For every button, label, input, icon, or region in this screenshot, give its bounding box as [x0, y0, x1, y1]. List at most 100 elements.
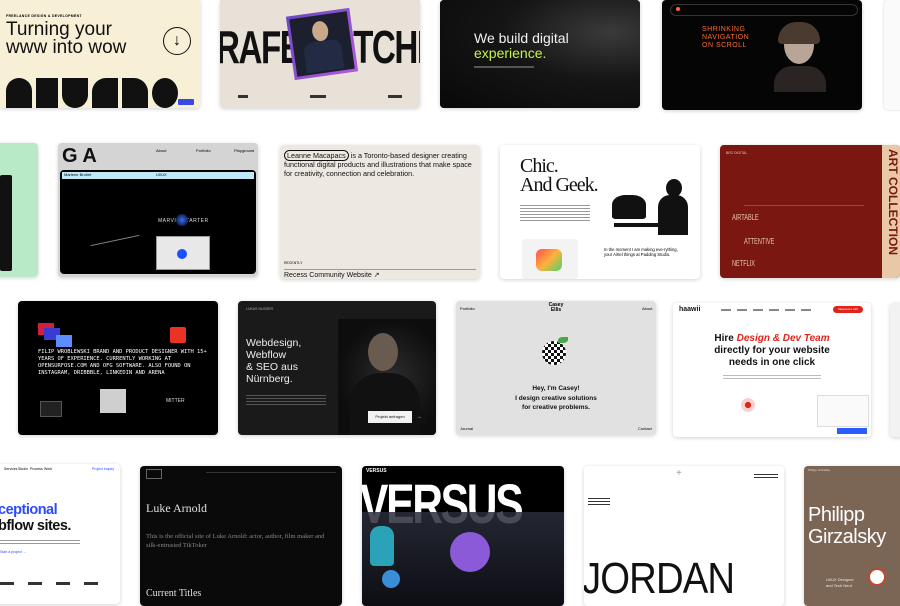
- bio-text: [520, 203, 590, 221]
- nav-links: [721, 309, 811, 311]
- chat-badge[interactable]: [837, 428, 867, 434]
- footer-mark: [310, 95, 326, 98]
- nav-about[interactable]: About: [642, 306, 652, 312]
- headline-line4: Nürnberg.: [246, 373, 293, 385]
- hero-line2: directly for your website: [714, 345, 830, 356]
- nav-about[interactable]: About: [156, 148, 166, 153]
- footer-mark: [388, 95, 402, 98]
- card-rafe[interactable]: RAFE BUTCHEL: [220, 0, 420, 108]
- nav-contact[interactable]: Contact: [638, 426, 652, 432]
- robot-character: [370, 526, 394, 566]
- tagline-line1: I design creative solutions: [515, 395, 597, 402]
- add-icon[interactable]: +: [676, 468, 682, 479]
- collection-item-2[interactable]: ATTENTIVE: [744, 237, 774, 246]
- nav-portfolio[interactable]: Portfolio: [196, 148, 211, 153]
- nav-work[interactable]: Work: [44, 467, 52, 471]
- card-turning-www[interactable]: FREELANCE DESIGN & DEVELOPMENT Turning y…: [0, 0, 200, 108]
- contact-form[interactable]: [817, 395, 869, 427]
- card-build-digital[interactable]: We build digital experience.: [440, 0, 640, 108]
- card-casey[interactable]: Portfolio Casey Ellis About Hey, I'm Cas…: [456, 301, 656, 435]
- headline-line2: Girzalsky: [808, 526, 886, 548]
- card-philipp[interactable]: Philipp Girzalsky Philipp Girzalsky UI/U…: [804, 466, 900, 606]
- headline-line2: experience.: [474, 45, 547, 61]
- headline-line2: NAVIGATION: [702, 34, 750, 41]
- card-haawii[interactable]: haawii Request a call Hire Design & Dev …: [673, 303, 871, 437]
- section-label: RECENTLY: [284, 261, 303, 265]
- headline-line2: Webflow: [246, 349, 287, 361]
- card-filip[interactable]: FILIP WROBLEWSKI BRAND AND PRODUCT DESIG…: [18, 301, 218, 435]
- card-chic-geek[interactable]: Chic. And Geek. In the moment I am makin…: [500, 145, 700, 279]
- card-leanne[interactable]: Leanne Macapacs is a Toronto-based desig…: [280, 145, 480, 279]
- nav-name: Philipp Girzalsky: [808, 468, 831, 472]
- scroll-down-icon[interactable]: ↓: [163, 27, 191, 55]
- bio-text: FILIP WROBLEWSKI BRAND AND PRODUCT DESIG…: [38, 349, 207, 376]
- silhouette-image: [604, 179, 694, 235]
- luke-bio: This is the official site of Luke Arnold…: [146, 533, 325, 549]
- headline-line1: SHRINKING: [702, 26, 746, 33]
- project-thumbnail[interactable]: [522, 239, 578, 279]
- stacked-window: [56, 335, 72, 347]
- nav-pill[interactable]: [670, 4, 858, 16]
- shapes-decor: [0, 74, 200, 108]
- intro-text: Leanne Macapacs is a Toronto-based desig…: [284, 150, 474, 178]
- avatar-icon: [868, 568, 886, 586]
- record-button-icon[interactable]: [741, 398, 755, 412]
- headline-line3: & SEO aus: [246, 361, 298, 373]
- nav-playground[interactable]: Playground: [234, 148, 254, 153]
- footer-mark: [238, 95, 248, 98]
- ga-logo: G A: [62, 145, 97, 167]
- jordan-title: JORDAN: [584, 554, 735, 603]
- project-window[interactable]: Marlene Brohet UI/UX MARVIN STARTER: [60, 170, 256, 274]
- card-shrinking-nav[interactable]: SHRINKING NAVIGATION ON SCROLL: [662, 0, 862, 110]
- haawii-logo[interactable]: haawii: [679, 306, 700, 313]
- arrow-button[interactable]: →: [412, 411, 426, 423]
- preview-image: [40, 401, 62, 417]
- thumbnail-preview[interactable]: [156, 236, 210, 270]
- headline-line3: ON SCROLL: [702, 42, 747, 49]
- project-inquiry-button[interactable]: Project inquiry: [92, 467, 114, 471]
- nav-services[interactable]: Services: [4, 467, 17, 471]
- card-luke-arnold[interactable]: Luke Arnold This is the official site of…: [140, 466, 342, 606]
- collection-item-3[interactable]: NETFLIX: [732, 259, 755, 268]
- headline-line1: We build digital: [474, 30, 569, 46]
- nav-portfolio[interactable]: Portfolio: [460, 306, 475, 312]
- nav-label: LUKAS NUSSER: [246, 307, 274, 311]
- header-text: [754, 472, 778, 478]
- card-red-collection[interactable]: BRZ DIGITAL AIRTABLE ATTENTIVE NETFLIX A…: [720, 145, 900, 278]
- headline-line1: ceptional: [0, 502, 58, 518]
- card-versus[interactable]: VERSUS VERSUS: [362, 466, 564, 606]
- card-edge-row1[interactable]: [884, 0, 900, 110]
- body-text: [246, 393, 326, 407]
- eyebrow: FREELANCE DESIGN & DEVELOPMENT: [6, 14, 82, 18]
- nav-studio[interactable]: Studio: [18, 467, 28, 471]
- nav-process[interactable]: Process: [30, 467, 43, 471]
- headline-line1: Webdesign,: [246, 337, 302, 349]
- headline-line1: Philipp: [808, 504, 865, 526]
- card-webdesign[interactable]: LUKAS NUSSER Webdesign, Webflow & SEO au…: [238, 301, 436, 435]
- client-logos: [0, 582, 110, 585]
- card-jordan[interactable]: + JORDAN: [584, 466, 784, 606]
- team-highlight: Design & Dev Team: [736, 333, 830, 344]
- stats-row: [474, 66, 534, 68]
- collection-item-1[interactable]: AIRTABLE: [732, 213, 759, 222]
- divider-line: [744, 205, 864, 206]
- card-exceptional[interactable]: Services Studio Process Work Project inq…: [0, 464, 120, 604]
- hero-line3: needs in one click: [728, 357, 816, 368]
- card-green-edge[interactable]: [0, 143, 38, 277]
- project-request-button[interactable]: Projekt anfragen: [368, 411, 412, 423]
- headline-line2: bflow sites.: [0, 518, 71, 534]
- luke-name: Luke Arnold: [146, 501, 207, 515]
- logo-dot-icon: [676, 7, 680, 11]
- start-project-link[interactable]: Start a project →: [0, 550, 26, 554]
- nav-journal[interactable]: Journal: [460, 426, 473, 432]
- recess-link[interactable]: Recess Community Website ↗: [284, 269, 476, 279]
- device-frame: [0, 175, 12, 271]
- casey-logo[interactable]: Casey Ellis: [546, 303, 566, 313]
- request-call-button[interactable]: Request a call: [833, 306, 863, 313]
- role-line2: and Tech Nerd: [826, 583, 852, 588]
- card-ga[interactable]: G A About Portfolio Playground Marlene B…: [58, 143, 258, 277]
- preview-image: [100, 389, 126, 413]
- card-edge-row3[interactable]: [890, 303, 900, 437]
- body-text: [0, 538, 80, 545]
- project-status: UI/UX: [156, 172, 167, 177]
